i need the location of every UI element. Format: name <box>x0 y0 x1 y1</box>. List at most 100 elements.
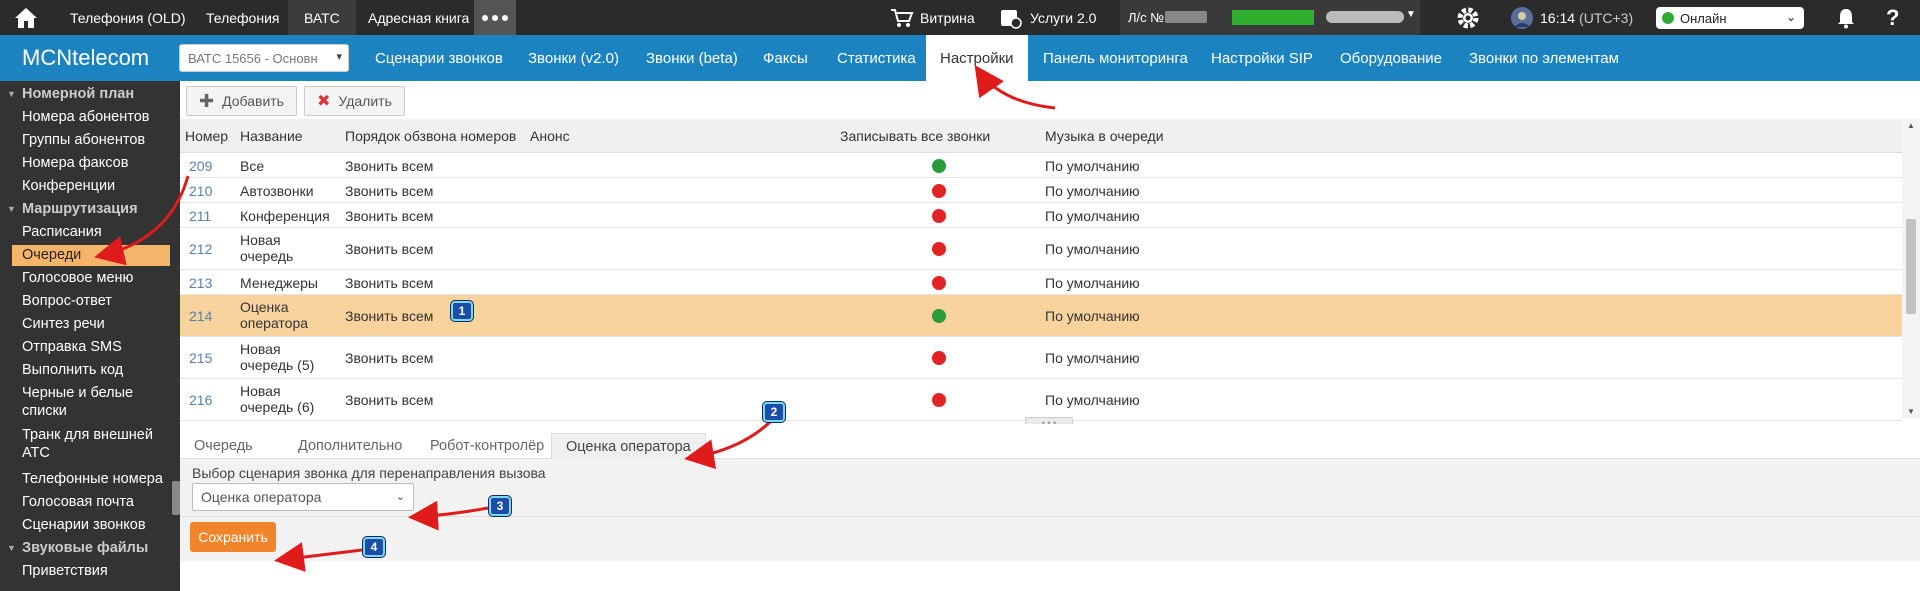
nav-equipment[interactable]: Оборудование <box>1326 35 1456 81</box>
table-row[interactable]: 211 Конференция Звонить всем По умолчанию <box>180 203 1902 228</box>
triangle-down-icon: ▼ <box>7 204 16 214</box>
account-name-redacted <box>1326 11 1404 23</box>
services-link[interactable]: Услуги 2.0 <box>1000 0 1096 35</box>
table-row[interactable]: 213 Менеджеры Звонить всем По умолчанию <box>180 270 1902 295</box>
delete-button[interactable]: ✖ Удалить <box>304 86 405 116</box>
status-select[interactable]: Онлайн ⌄ <box>1656 7 1804 29</box>
nav-settings[interactable]: Настройки <box>926 35 1028 81</box>
cell-number: 209 <box>189 158 213 174</box>
tab-additional[interactable]: Дополнительно <box>284 433 416 459</box>
vitrina-link[interactable]: Витрина <box>890 0 975 35</box>
sidebar-item-call-scenarios[interactable]: Сценарии звонков <box>0 516 180 534</box>
home-icon[interactable] <box>0 0 52 35</box>
sidebar-item-conferences[interactable]: Конференции <box>0 177 180 195</box>
sidebar-item-phone-numbers[interactable]: Телефонные номера <box>0 470 180 488</box>
gear-icon[interactable] <box>1455 0 1481 35</box>
more-icon[interactable] <box>474 0 516 35</box>
annotation-badge-4: 4 <box>363 537 385 557</box>
sidebar-item-question-answer[interactable]: Вопрос-ответ <box>0 292 180 310</box>
sidebar-item-voice-menu[interactable]: Голосовое меню <box>0 269 180 287</box>
tab-robot-controller[interactable]: Робот-контролёр <box>416 433 558 459</box>
topnav-item-address-book[interactable]: Адресная книга <box>352 0 485 35</box>
tab-queue[interactable]: Очередь <box>180 433 267 459</box>
save-button[interactable]: Сохранить <box>190 522 276 552</box>
cell-name: Конференция <box>240 208 330 224</box>
table-scrollbar[interactable]: ▲ ▼ <box>1902 119 1920 419</box>
sidebar-item-black-white-lists[interactable]: Черные и белые списки <box>0 384 180 420</box>
nav-faxes[interactable]: Факсы <box>749 35 822 81</box>
table-row[interactable]: 216 Новая очередь (6) Звонить всем По умолча… <box>180 379 1902 421</box>
table-row[interactable]: 210 Автозвонки Звонить всем По умолчанию <box>180 178 1902 203</box>
avatar[interactable] <box>1510 0 1534 35</box>
cell-queue-music: По умолчанию <box>1045 158 1140 174</box>
col-queue-music[interactable]: Музыка в очереди <box>1045 128 1164 144</box>
sidebar-item-queues[interactable]: Очереди <box>12 245 170 266</box>
sidebar-header-sound-files[interactable]: ▼ Звуковые файлы <box>0 539 180 557</box>
sidebar-item-fax-numbers[interactable]: Номера факсов <box>0 154 180 172</box>
sidebar-header-routing[interactable]: ▼ Маршрутизация <box>0 200 180 218</box>
cell-dial-order: Звонить всем <box>345 208 434 224</box>
nav-calls-v2[interactable]: Звонки (v2.0) <box>514 35 633 81</box>
sidebar-item-subscriber-groups[interactable]: Группы абонентов <box>0 131 180 149</box>
sidebar-resize-handle[interactable] <box>172 481 180 515</box>
col-name[interactable]: Название <box>240 128 303 144</box>
topnav-item-telephony-old[interactable]: Телефония (OLD) <box>54 0 201 35</box>
queues-table: Номер Название Порядок обзвона номеров А… <box>180 119 1902 447</box>
cell-queue-music: По умолчанию <box>1045 275 1140 291</box>
scrollbar-thumb[interactable] <box>1906 219 1916 314</box>
col-record-all[interactable]: Записывать все звонки <box>840 128 990 144</box>
brand-logo[interactable]: MCNtelecom <box>22 35 149 81</box>
sidebar-item-send-sms[interactable]: Отправка SMS <box>0 338 180 356</box>
scenario-select[interactable]: Оценка оператора ⌄ <box>192 483 414 511</box>
status-label: Онлайн <box>1680 10 1727 26</box>
nav-calls-beta[interactable]: Звонки (beta) <box>632 35 752 81</box>
scenario-select-value: Оценка оператора <box>201 489 322 505</box>
table-row[interactable]: 215 Новая очередь (5) Звонить всем По умолча… <box>180 337 1902 379</box>
delete-button-label: Удалить <box>338 93 392 109</box>
sidebar-item-voicemail[interactable]: Голосовая почта <box>0 493 180 511</box>
help-icon[interactable]: ? <box>1886 0 1899 35</box>
account-selector[interactable]: Л/с № ▼ <box>1120 0 1420 35</box>
topnav-item-vats[interactable]: ВАТС <box>288 0 356 35</box>
sidebar-item-greetings[interactable]: Приветствия <box>0 562 180 580</box>
cell-name-line2: очередь <box>240 248 294 264</box>
clock: 16:14 (UTC+3) <box>1540 0 1633 35</box>
scroll-up-icon[interactable]: ▲ <box>1907 121 1915 130</box>
record-off-indicator <box>932 242 946 256</box>
tab-operator-rating[interactable]: Оценка оператора <box>551 433 706 459</box>
bell-icon[interactable] <box>1836 0 1856 35</box>
col-announce[interactable]: Анонс <box>530 128 570 144</box>
table-row[interactable]: 212 Новая очередь Звонить всем По умолчанию <box>180 228 1902 270</box>
nav-call-scenarios[interactable]: Сценарии звонков <box>361 35 517 81</box>
cell-name-line2: оператора <box>240 315 309 331</box>
nav-calls-by-elements[interactable]: Звонки по элементам <box>1455 35 1633 81</box>
cell-name: Новая <box>240 383 281 399</box>
cart-icon <box>891 8 914 27</box>
sidebar-item-schedules[interactable]: Расписания <box>0 223 180 241</box>
cell-number: 213 <box>189 275 213 291</box>
cell-name: Все <box>240 158 265 174</box>
table-row[interactable]: 214 Оценка оператора Звонить всем По умолчан… <box>180 295 1902 337</box>
detail-tabs: Очередь Дополнительно Робот-контролёр Оц… <box>180 424 1920 459</box>
cell-name: Менеджеры <box>240 275 318 291</box>
nav-sip-settings[interactable]: Настройки SIP <box>1197 35 1327 81</box>
topnav-item-telephony[interactable]: Телефония <box>190 0 295 35</box>
sidebar-item-external-pbx-trunk[interactable]: Транк для внешней АТС <box>0 426 180 462</box>
cell-number: 210 <box>189 183 213 199</box>
nav-statistics[interactable]: Статистика <box>823 35 930 81</box>
nav-monitoring-panel[interactable]: Панель мониторинга <box>1029 35 1202 81</box>
chevron-down-icon: ⌄ <box>1785 10 1796 24</box>
sidebar-header-number-plan[interactable]: ▼ Номерной план <box>0 85 180 103</box>
record-off-indicator <box>932 184 946 198</box>
col-number[interactable]: Номер <box>185 128 228 144</box>
vats-select[interactable]: ВАТС 15656 - Основн ▾ <box>179 44 349 72</box>
table-row[interactable]: 209 Все Звонить всем По умолчанию <box>180 153 1902 178</box>
sidebar-item-execute-code[interactable]: Выполнить код <box>0 361 180 379</box>
sidebar-item-subscriber-numbers[interactable]: Номера абонентов <box>0 108 180 126</box>
scenario-select-label: Выбор сценария звонка для перенаправлени… <box>192 465 546 481</box>
add-button[interactable]: ✚ Добавить <box>186 86 297 116</box>
annotation-badge-3: 3 <box>489 496 511 516</box>
sidebar-item-speech-synthesis[interactable]: Синтез речи <box>0 315 180 333</box>
col-dial-order[interactable]: Порядок обзвона номеров <box>345 128 516 144</box>
scroll-down-icon[interactable]: ▼ <box>1907 407 1915 416</box>
